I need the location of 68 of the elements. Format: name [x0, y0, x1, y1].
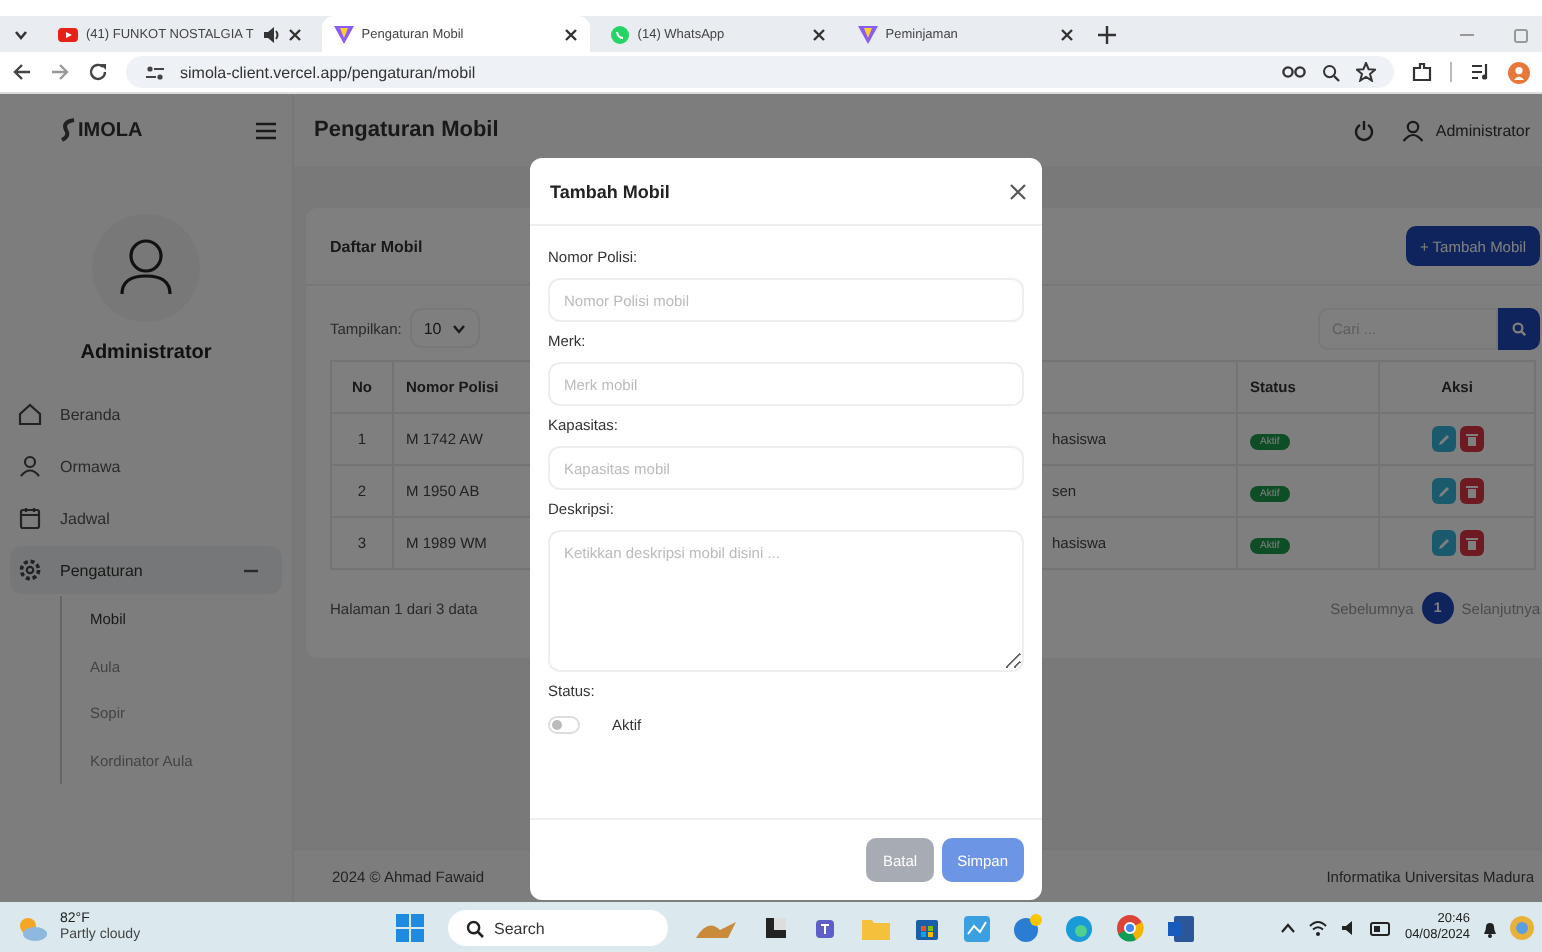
pencil-icon	[1437, 485, 1449, 497]
close-icon[interactable]	[1010, 183, 1026, 199]
app-window-icon[interactable]	[764, 916, 788, 940]
extensions-icon[interactable]	[1412, 62, 1432, 82]
power-icon[interactable]	[1353, 119, 1374, 141]
pencil-icon	[1437, 433, 1449, 445]
logo-mark-icon	[60, 118, 76, 142]
page-size-select[interactable]: 10	[409, 308, 480, 348]
v-logo-icon	[333, 25, 354, 43]
menu-icon[interactable]	[256, 121, 276, 139]
chevron-up-icon[interactable]	[1280, 922, 1297, 934]
calendar-icon	[18, 506, 42, 530]
pencil-icon	[1437, 537, 1449, 549]
back-icon[interactable]	[12, 62, 32, 82]
toggle-switch[interactable]	[548, 716, 580, 734]
sidebar-item[interactable]: Beranda	[10, 390, 282, 438]
bell-icon[interactable]	[1482, 919, 1498, 937]
address-field[interactable]: simola-client.vercel.app/pengaturan/mobil	[126, 56, 1394, 88]
settings-icon	[18, 558, 42, 582]
page-title: Pengaturan Mobil	[314, 118, 499, 142]
store-icon[interactable]	[914, 915, 940, 941]
chrome-icon[interactable]	[1116, 914, 1144, 942]
delete-button[interactable]	[1459, 478, 1483, 504]
teams-icon[interactable]	[812, 915, 838, 941]
sidebar-item[interactable]: Jadwal	[10, 494, 282, 542]
home-icon	[18, 402, 42, 426]
battery-icon[interactable]	[1370, 921, 1393, 935]
sidebar-item[interactable]: Pengaturan	[10, 546, 282, 594]
trash-icon	[1465, 536, 1477, 550]
key-icon[interactable]	[1282, 64, 1306, 80]
media-icon[interactable]	[1470, 62, 1490, 82]
logo-text: IMOLA	[78, 119, 143, 141]
wifi-icon[interactable]	[1308, 920, 1329, 936]
delete-button[interactable]	[1459, 426, 1483, 452]
forward-icon[interactable]	[50, 62, 70, 82]
chart-app-icon[interactable]	[964, 915, 990, 941]
close-icon[interactable]	[563, 27, 578, 41]
url-text: simola-client.vercel.app/pengaturan/mobil	[180, 63, 476, 81]
search-icon	[466, 919, 484, 937]
chat-icon	[609, 25, 630, 43]
close-icon[interactable]	[287, 27, 302, 41]
avatar-icon[interactable]	[1508, 61, 1530, 83]
plus-icon[interactable]	[1097, 25, 1116, 43]
speaker-icon[interactable]	[261, 25, 280, 43]
trash-icon	[1465, 484, 1477, 498]
site-settings-icon[interactable]	[146, 63, 164, 81]
star-icon[interactable]	[1356, 62, 1376, 82]
close-icon[interactable]	[1059, 27, 1074, 41]
user-name: Administrator	[78, 342, 214, 364]
delete-button[interactable]	[1459, 530, 1483, 556]
modal-title: Tambah Mobil	[550, 181, 670, 201]
search-button[interactable]	[1498, 307, 1540, 349]
word-icon[interactable]	[1168, 915, 1194, 941]
reload-icon[interactable]	[88, 62, 108, 82]
taskbar-search[interactable]: Search	[448, 910, 668, 946]
youtube-icon	[58, 25, 78, 43]
person-icon	[18, 454, 42, 478]
trash-icon	[1465, 432, 1477, 446]
chevron-down-icon	[451, 323, 466, 333]
close-icon[interactable]	[811, 27, 826, 41]
user-icon[interactable]	[1401, 119, 1424, 141]
card-title: Daftar Mobil	[330, 237, 423, 255]
search-icon	[1512, 321, 1526, 335]
windows-icon[interactable]	[396, 914, 424, 942]
user-name[interactable]: Administrator	[1435, 121, 1530, 139]
v-logo-icon	[857, 25, 878, 43]
sidebar-item[interactable]: Ormawa	[10, 442, 282, 490]
zoom-icon[interactable]	[1322, 63, 1340, 81]
